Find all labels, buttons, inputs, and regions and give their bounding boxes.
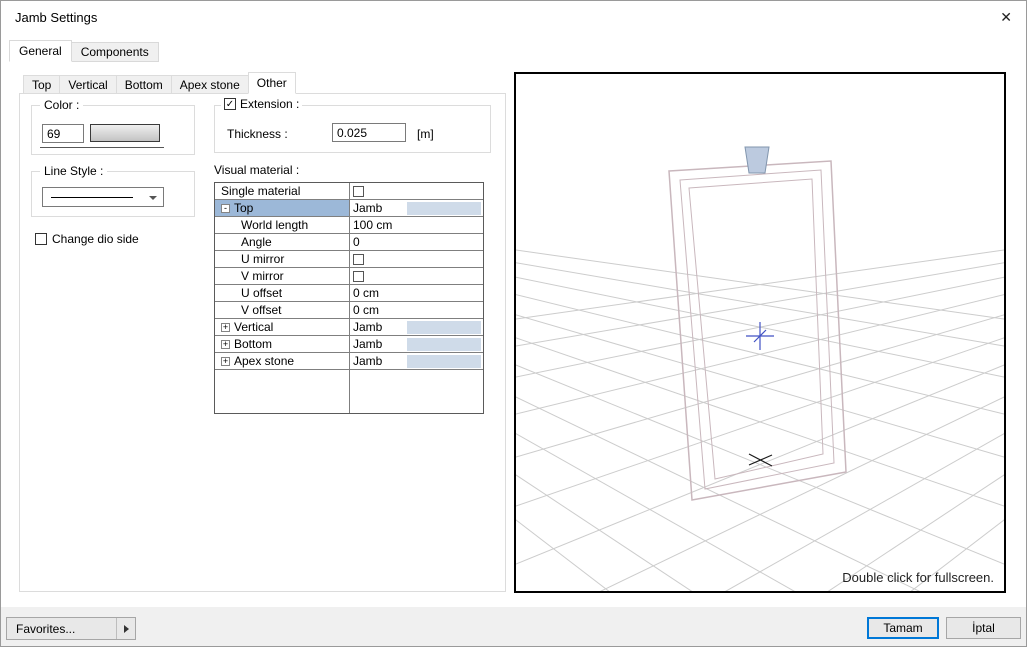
material-swatch[interactable] — [407, 202, 481, 215]
thickness-input[interactable] — [332, 123, 406, 142]
change-dio-side-label: Change dio side — [52, 232, 139, 246]
tab-bottom[interactable]: Bottom — [116, 75, 172, 94]
row-value: 0 cm — [353, 303, 379, 317]
sub-tab-strip: Top Vertical Bottom Apex stone Other — [23, 72, 295, 94]
row-label: V mirror — [215, 269, 284, 283]
u-mirror-checkbox[interactable] — [353, 254, 364, 265]
row-label: Bottom — [228, 337, 272, 351]
table-row[interactable]: V mirror — [215, 268, 483, 285]
change-dio-side-checkbox[interactable] — [35, 233, 47, 245]
tab-other[interactable]: Other — [248, 72, 296, 94]
row-label: Vertical — [228, 320, 273, 334]
material-swatch[interactable] — [407, 355, 481, 368]
row-value: 100 cm — [353, 218, 392, 232]
table-row[interactable]: U mirror — [215, 251, 483, 268]
axis-gizmo-icon — [746, 322, 774, 350]
tab-apex-stone[interactable]: Apex stone — [171, 75, 249, 94]
thickness-label: Thickness : — [227, 127, 288, 141]
window-title: Jamb Settings — [15, 10, 97, 25]
arrow-right-icon[interactable] — [117, 625, 135, 633]
color-swatch[interactable] — [90, 124, 160, 142]
table-row[interactable]: + Bottom Jamb — [215, 336, 483, 353]
table-row[interactable]: + Vertical Jamb — [215, 319, 483, 336]
row-value: Jamb — [353, 320, 382, 334]
favorites-label: Favorites... — [7, 622, 116, 636]
row-label: Apex stone — [228, 354, 294, 368]
titlebar: Jamb Settings ✕ — [1, 1, 1026, 33]
material-swatch[interactable] — [407, 338, 481, 351]
apex-stone-marker — [745, 147, 769, 173]
row-label: U mirror — [215, 252, 284, 266]
table-row[interactable]: Angle 0 — [215, 234, 483, 251]
table-row[interactable]: Single material — [215, 183, 483, 200]
tab-components[interactable]: Components — [71, 42, 159, 62]
v-mirror-checkbox[interactable] — [353, 271, 364, 282]
ok-button[interactable]: Tamam — [867, 617, 939, 639]
jamb-settings-dialog: Jamb Settings ✕ General Components Top V… — [0, 0, 1027, 647]
line-style-group-label: Line Style : — [40, 164, 107, 178]
cancel-button[interactable]: İptal — [946, 617, 1021, 639]
tab-general[interactable]: General — [9, 40, 72, 62]
tab-top[interactable]: Top — [23, 75, 60, 94]
extension-label: Extension : — [240, 97, 299, 111]
row-label: V offset — [215, 303, 281, 317]
visual-material-label: Visual material : — [214, 163, 299, 177]
main-tab-strip: General Components — [9, 39, 158, 62]
row-label: Angle — [215, 235, 272, 249]
row-value: 0 cm — [353, 286, 379, 300]
favorites-button[interactable]: Favorites... — [6, 617, 136, 640]
table-row[interactable]: V offset 0 cm — [215, 302, 483, 319]
table-row[interactable]: - Top Jamb — [215, 200, 483, 217]
extension-group: ✓ Extension : Thickness : [m] — [214, 105, 491, 153]
row-label: Single material — [215, 184, 300, 198]
row-value: Jamb — [353, 201, 382, 215]
fullscreen-hint: Double click for fullscreen. — [842, 570, 994, 585]
row-label: U offset — [215, 286, 282, 300]
tab-vertical[interactable]: Vertical — [59, 75, 116, 94]
extension-checkbox[interactable]: ✓ — [224, 98, 236, 110]
row-label: Top — [228, 201, 253, 215]
table-row[interactable]: U offset 0 cm — [215, 285, 483, 302]
row-value: 0 — [353, 235, 360, 249]
row-value: Jamb — [353, 337, 382, 351]
row-label: World length — [215, 218, 308, 232]
color-number-input[interactable] — [42, 124, 84, 143]
material-swatch[interactable] — [407, 321, 481, 334]
line-style-group: Line Style : — [31, 171, 195, 217]
extension-header[interactable]: ✓ Extension : — [221, 97, 302, 111]
change-dio-side-option[interactable]: Change dio side — [35, 232, 139, 246]
visual-material-table: Single material - Top Jamb World length … — [214, 182, 484, 414]
color-group: Color : — [31, 105, 195, 155]
table-row[interactable]: + Apex stone Jamb — [215, 353, 483, 370]
preview-scene — [516, 74, 1004, 591]
close-icon[interactable]: ✕ — [1000, 9, 1012, 25]
thickness-unit: [m] — [417, 127, 434, 141]
table-row[interactable]: World length 100 cm — [215, 217, 483, 234]
chevron-down-icon[interactable] — [149, 196, 157, 200]
single-material-checkbox[interactable] — [353, 186, 364, 197]
divider — [40, 147, 164, 149]
preview-3d-viewport[interactable]: Double click for fullscreen. — [514, 72, 1006, 593]
line-style-preview — [51, 197, 133, 198]
line-style-combobox[interactable] — [42, 187, 164, 207]
color-group-label: Color : — [40, 98, 83, 112]
row-value: Jamb — [353, 354, 382, 368]
